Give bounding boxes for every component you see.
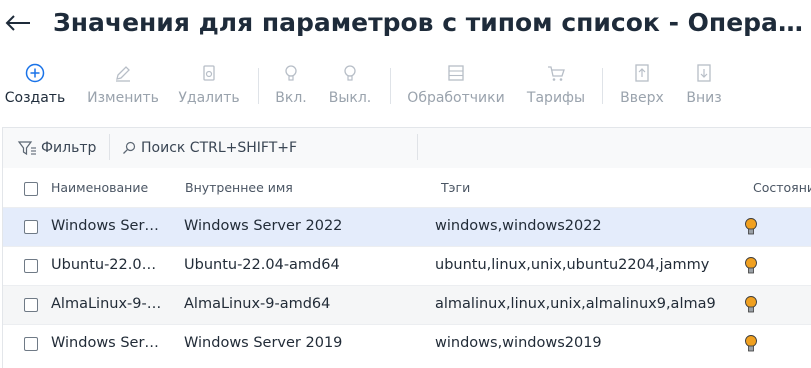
delete-label: Удалить — [178, 90, 240, 106]
column-header-internal-name[interactable]: Внутреннее имя — [185, 180, 293, 195]
filter-button[interactable]: Фильтр — [17, 138, 96, 158]
header: Значения для параметров с типом список -… — [0, 0, 811, 48]
row-name: AlmaLinux-9-amd64 — [51, 296, 163, 312]
handlers-label: Обработчики — [407, 90, 505, 106]
row-tags: windows,windows2022 — [435, 218, 602, 234]
column-header-name[interactable]: Наименование — [51, 180, 148, 195]
bulb-on-icon — [285, 65, 297, 81]
enable-label: Вкл. — [275, 90, 307, 106]
row-name: Ubuntu-22.04-amd64 — [51, 257, 163, 273]
create-label: Создать — [4, 90, 66, 106]
tariffs-label: Тарифы — [526, 90, 586, 106]
list-panel: Фильтр Поиск CTRL+SHIFT+F Наименование В… — [2, 127, 811, 368]
disable-label: Выкл. — [328, 90, 372, 106]
search-input[interactable]: Поиск CTRL+SHIFT+F — [121, 138, 297, 158]
enable-button[interactable]: Вкл. — [270, 56, 312, 112]
row-internal-name: AlmaLinux-9-amd64 — [184, 296, 331, 312]
toolbar-divider — [602, 68, 603, 104]
bulb-off-icon — [344, 65, 356, 81]
pencil-icon — [116, 66, 130, 82]
search-placeholder: Поиск CTRL+SHIFT+F — [141, 140, 298, 156]
column-header-tags[interactable]: Тэги — [441, 180, 470, 195]
bulb-on-icon — [745, 335, 757, 352]
row-tags: windows,windows2019 — [435, 335, 602, 351]
toolbar-divider — [258, 68, 259, 104]
row-tags: ubuntu,linux,unix,ubuntu2204,jammy — [435, 257, 710, 273]
toolbar-divider — [390, 68, 391, 104]
row-checkbox[interactable] — [24, 337, 38, 351]
page-title: Значения для параметров с типом список -… — [53, 8, 811, 37]
toolbar: Создать Изменить Удалить Вкл. Выкл. Обра… — [0, 56, 811, 116]
move-down-button[interactable]: Вниз — [682, 56, 726, 112]
create-button[interactable]: Создать — [4, 56, 66, 112]
select-all-checkbox[interactable] — [24, 182, 38, 196]
bulb-on-icon — [745, 218, 757, 235]
disable-button[interactable]: Выкл. — [326, 56, 374, 112]
arrow-up-icon — [635, 64, 649, 82]
search-icon — [123, 141, 136, 154]
move-up-label: Вверх — [620, 90, 664, 106]
table-row[interactable]: Windows Server 2019 Windows Server 2019 … — [3, 324, 811, 363]
delete-button[interactable]: Удалить — [176, 56, 242, 112]
move-up-button[interactable]: Вверх — [616, 56, 668, 112]
search-divider — [417, 134, 418, 160]
move-down-label: Вниз — [686, 90, 722, 106]
handlers-icon — [448, 65, 464, 81]
handlers-button[interactable]: Обработчики — [404, 56, 508, 112]
table-header: Наименование Внутреннее имя Тэги Состоян… — [3, 169, 811, 207]
row-internal-name: Windows Server 2022 — [184, 218, 343, 234]
filter-icon — [17, 141, 36, 156]
edit-label: Изменить — [87, 90, 159, 106]
bulb-on-icon — [745, 257, 757, 274]
filter-bar: Фильтр Поиск CTRL+SHIFT+F — [3, 128, 811, 168]
edit-button[interactable]: Изменить — [84, 56, 162, 112]
row-checkbox[interactable] — [24, 220, 38, 234]
filter-divider — [109, 134, 110, 160]
table-row[interactable]: AlmaLinux-9-amd64 AlmaLinux-9-amd64 alma… — [3, 285, 811, 324]
row-checkbox[interactable] — [24, 259, 38, 273]
row-name: Windows Server 2019 — [51, 335, 163, 351]
arrow-down-icon — [697, 64, 711, 82]
row-checkbox[interactable] — [24, 298, 38, 312]
cart-icon — [548, 66, 565, 81]
delete-icon — [203, 65, 215, 81]
row-tags: almalinux,linux,unix,almalinux9,alma9 — [435, 296, 716, 312]
plus-circle-icon — [25, 63, 45, 83]
back-arrow-icon[interactable] — [4, 9, 32, 37]
table-row[interactable]: Windows Server 2022 Windows Server 2022 … — [3, 207, 811, 246]
row-internal-name: Windows Server 2019 — [184, 335, 343, 351]
bulb-on-icon — [745, 296, 757, 313]
column-header-state[interactable]: Состояние — [753, 180, 811, 195]
table-row[interactable]: Ubuntu-22.04-amd64 Ubuntu-22.04-amd64 ub… — [3, 246, 811, 285]
filter-label: Фильтр — [41, 140, 97, 156]
tariffs-button[interactable]: Тарифы — [524, 56, 588, 112]
row-internal-name: Ubuntu-22.04-amd64 — [184, 257, 340, 273]
row-name: Windows Server 2022 — [51, 218, 163, 234]
